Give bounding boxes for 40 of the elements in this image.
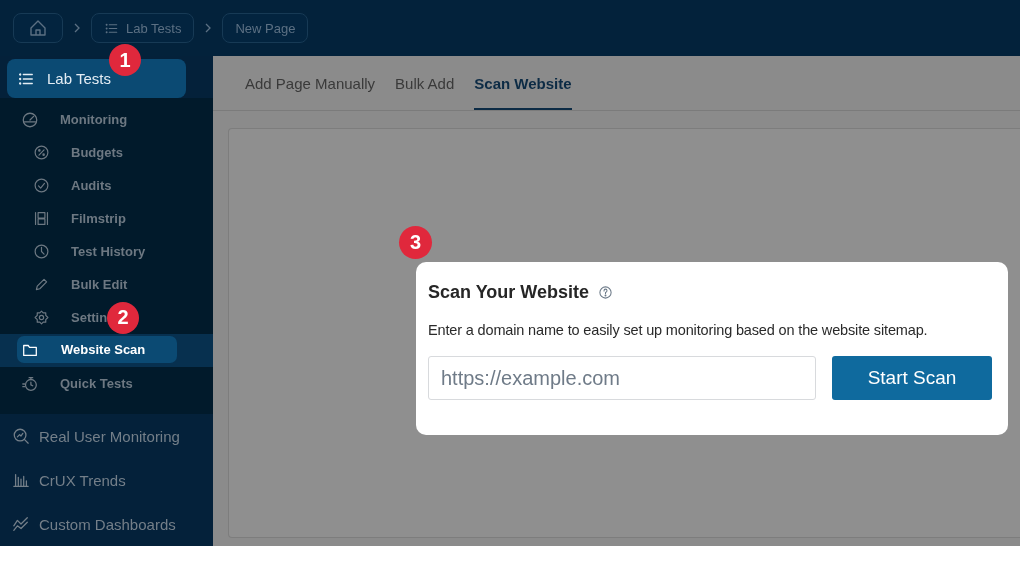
help-icon — [598, 285, 614, 300]
sidebar-item[interactable]: Real User Monitoring — [0, 414, 213, 458]
check-circle-icon — [33, 177, 50, 194]
gauge-icon — [21, 110, 39, 129]
sidebar-item[interactable]: Quick Tests — [0, 367, 213, 400]
start-scan-button[interactable]: Start Scan — [832, 356, 992, 400]
sidebar-item[interactable]: Website Scan — [17, 336, 177, 363]
chevron-right-icon — [73, 23, 81, 33]
tab[interactable]: Add Page Manually — [245, 56, 376, 110]
card-title: Scan Your Website — [428, 282, 590, 303]
step-badge: 3 — [399, 226, 432, 259]
step-badge: 1 — [109, 44, 141, 76]
breadcrumb-link[interactable]: Lab Tests — [91, 13, 195, 43]
stopwatch-icon — [21, 374, 39, 393]
filmstrip-icon — [33, 210, 50, 227]
search-chart-icon — [12, 427, 30, 445]
sidebar-item[interactable]: Budgets — [0, 136, 213, 169]
sidebar-item[interactable]: Settin 2 — [0, 301, 213, 334]
chevron-right-icon — [204, 23, 213, 33]
sidebar-item[interactable]: CrUX Trends — [0, 458, 213, 502]
breadcrumb-link[interactable]: New Page — [222, 13, 309, 43]
home-button[interactable] — [13, 13, 63, 43]
pencil-icon — [33, 276, 50, 293]
tab[interactable]: Bulk Add — [395, 56, 455, 110]
sidebar-item[interactable]: Custom Dashboards — [0, 502, 213, 546]
sidebar-item[interactable]: Audits — [0, 169, 213, 202]
sidebar-item[interactable]: Test History — [0, 235, 213, 268]
home-icon — [28, 18, 48, 38]
clock-icon — [33, 243, 50, 260]
sidebar-item[interactable]: Bulk Edit — [0, 268, 213, 301]
percent-icon — [33, 144, 50, 161]
sidebar-item[interactable]: Filmstrip — [0, 202, 213, 235]
bar-chart-icon — [12, 471, 30, 489]
tab[interactable]: Scan Website — [474, 56, 572, 110]
sidebar-item[interactable]: Monitoring — [0, 103, 213, 136]
settings-icon — [33, 309, 50, 326]
url-input-field[interactable]: https://example.com — [428, 356, 816, 400]
step-badge: 2 — [107, 301, 140, 334]
card-description: Enter a domain name to easily set up monitoring based on the website sitemap. — [428, 322, 929, 338]
line-chart-icon — [12, 515, 30, 533]
